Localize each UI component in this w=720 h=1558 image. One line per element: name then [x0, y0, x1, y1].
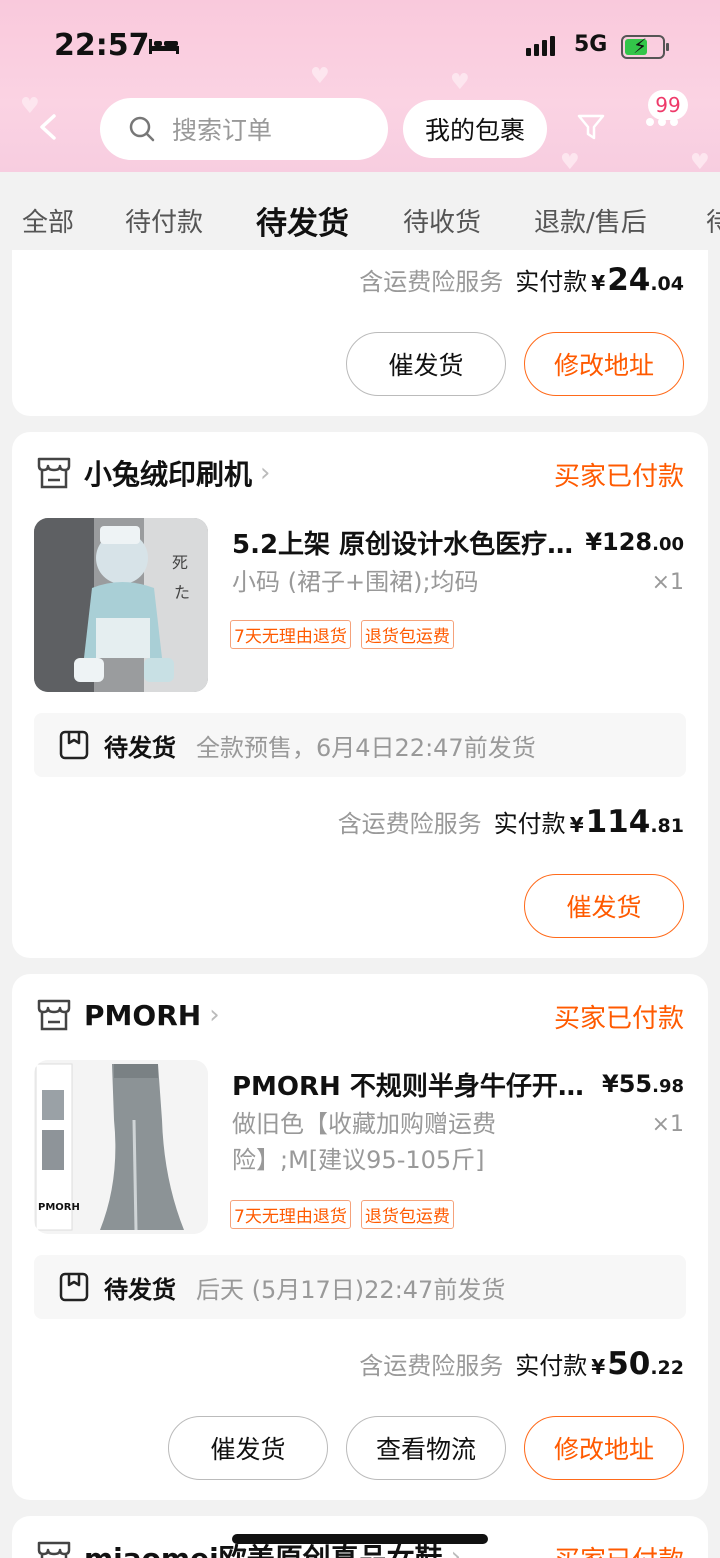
- service-tags: 7天无理由退货 退货包运费: [230, 1200, 454, 1229]
- tab-all[interactable]: 全部: [22, 202, 74, 239]
- urge-shipment-button[interactable]: 催发货: [524, 874, 684, 938]
- shop-header[interactable]: 小兔绒印刷机 ›: [36, 450, 270, 496]
- product-title[interactable]: PMORH 不规则半身牛仔开叉鱼尾: [232, 1066, 588, 1103]
- paid-integer: 114: [585, 804, 651, 840]
- tab-pending-shipment[interactable]: 待发货: [256, 198, 349, 243]
- shipment-status-bar[interactable]: 待发货 全款预售，6月4日22:47前发货: [34, 713, 686, 777]
- shop-icon: [37, 999, 71, 1031]
- tab-refund[interactable]: 退款/售后: [534, 202, 647, 239]
- battery-icon: ⚡: [621, 34, 669, 59]
- tab-more[interactable]: 待: [706, 202, 720, 239]
- my-package-button[interactable]: 我的包裹: [403, 100, 547, 158]
- bed-icon: [149, 39, 179, 54]
- paid-integer: 24: [607, 262, 651, 298]
- package-box-icon: [59, 730, 89, 760]
- product-image[interactable]: 死 た: [34, 518, 208, 692]
- chevron-right-icon: ›: [209, 1000, 220, 1030]
- insurance-label: 含运费险服务: [337, 810, 482, 838]
- currency-symbol: ¥: [591, 1355, 606, 1379]
- shipment-label: 待发货: [104, 1275, 176, 1304]
- modify-address-button[interactable]: 修改地址: [524, 1416, 684, 1480]
- svg-text:死: 死: [172, 553, 188, 572]
- package-box-icon: [59, 1272, 89, 1302]
- order-tabs: 全部 待付款 待发货 待收货 退款/售后 待: [0, 172, 720, 250]
- paid-label: 实付款: [515, 1352, 588, 1380]
- paid-amount: 含运费险服务 实付款 ¥ 114 .81: [338, 804, 684, 840]
- status-time: 22:57: [54, 28, 150, 63]
- tab-pending-payment[interactable]: 待付款: [125, 202, 203, 239]
- return-policy-tag: 7天无理由退货: [230, 1200, 351, 1229]
- message-badge: 99: [648, 90, 688, 120]
- order-card: PMORH › 买家已付款 PMORH PMORH 不规则半身牛仔开叉鱼尾 ¥5…: [12, 974, 708, 1500]
- paid-decimal: .22: [650, 1357, 684, 1379]
- product-spec: 小码 (裙子+围裙);均码: [232, 568, 479, 596]
- order-status: 买家已付款: [554, 1540, 684, 1558]
- paid-decimal: .81: [650, 815, 684, 837]
- return-policy-tag: 7天无理由退货: [230, 620, 351, 649]
- service-tags: 7天无理由退货 退货包运费: [230, 620, 454, 649]
- insurance-label: 含运费险服务: [359, 1352, 504, 1380]
- chevron-right-icon: ›: [450, 1542, 462, 1558]
- shop-icon: [37, 1541, 71, 1558]
- product-spec: 做旧色【收藏加购赠运费险】;M[建议95-105斤]: [232, 1110, 496, 1174]
- shop-header[interactable]: PMORH ›: [36, 992, 220, 1038]
- urge-shipment-button[interactable]: 催发货: [168, 1416, 328, 1480]
- product-quantity: ×1: [651, 1112, 684, 1137]
- svg-text:た: た: [174, 583, 190, 602]
- search-input[interactable]: 搜索订单: [100, 98, 388, 160]
- product-title[interactable]: 5.2上架 原创设计水色医疗护士: [232, 524, 588, 561]
- back-arrow-icon[interactable]: [36, 112, 60, 142]
- shipment-info: 后天 (5月17日)22:47前发货: [196, 1275, 506, 1304]
- search-placeholder: 搜索订单: [172, 116, 273, 145]
- tab-pending-receipt[interactable]: 待收货: [403, 202, 481, 239]
- order-card: 含运费险服务 实付款 ¥ 24 .04 催发货 修改地址: [12, 250, 708, 416]
- product-quantity: ×1: [651, 570, 684, 595]
- product-image[interactable]: PMORH: [34, 1060, 208, 1234]
- shipment-status-bar[interactable]: 待发货 后天 (5月17日)22:47前发货: [34, 1255, 686, 1319]
- network-label: 5G: [574, 32, 608, 57]
- shop-name: PMORH: [84, 998, 202, 1032]
- shop-icon: [37, 457, 71, 489]
- product-price: ¥128.00: [585, 528, 684, 556]
- paid-integer: 50: [607, 1346, 651, 1382]
- paid-amount: 含运费险服务 实付款 ¥ 24 .04: [359, 262, 684, 298]
- paid-label: 实付款: [515, 268, 588, 296]
- currency-symbol: ¥: [569, 813, 584, 837]
- shop-name: 小兔绒印刷机: [84, 458, 253, 491]
- view-logistics-button[interactable]: 查看物流: [346, 1416, 506, 1480]
- header: ♥ ♥ ♥ ♥ ♥ 22:57 5G ⚡ 搜索订单 我的包裹 99: [0, 0, 720, 172]
- shipment-info: 全款预售，6月4日22:47前发货: [196, 733, 536, 762]
- filter-icon[interactable]: [576, 112, 606, 142]
- shipment-label: 待发货: [104, 733, 176, 762]
- modify-address-button[interactable]: 修改地址: [524, 332, 684, 396]
- order-card: 小兔绒印刷机 › 买家已付款 死 た 5.2上架 原创设计水色医疗护士 ¥128…: [12, 432, 708, 958]
- chevron-right-icon: ›: [260, 458, 271, 488]
- paid-label: 实付款: [493, 810, 566, 838]
- insurance-label: 含运费险服务: [359, 268, 504, 296]
- urge-shipment-button[interactable]: 催发货: [346, 332, 506, 396]
- free-return-shipping-tag: 退货包运费: [360, 1200, 454, 1229]
- order-status: 买家已付款: [553, 1004, 684, 1034]
- currency-symbol: ¥: [591, 271, 606, 295]
- search-icon: [129, 116, 155, 142]
- home-indicator[interactable]: [232, 1534, 488, 1544]
- signal-icon: [526, 36, 555, 56]
- paid-amount: 含运费险服务 实付款 ¥ 50 .22: [359, 1346, 684, 1382]
- free-return-shipping-tag: 退货包运费: [360, 620, 454, 649]
- paid-decimal: .04: [650, 273, 684, 295]
- svg-text:PMORH: PMORH: [38, 1202, 80, 1213]
- product-price: ¥55.98: [602, 1070, 684, 1098]
- order-status: 买家已付款: [553, 462, 684, 492]
